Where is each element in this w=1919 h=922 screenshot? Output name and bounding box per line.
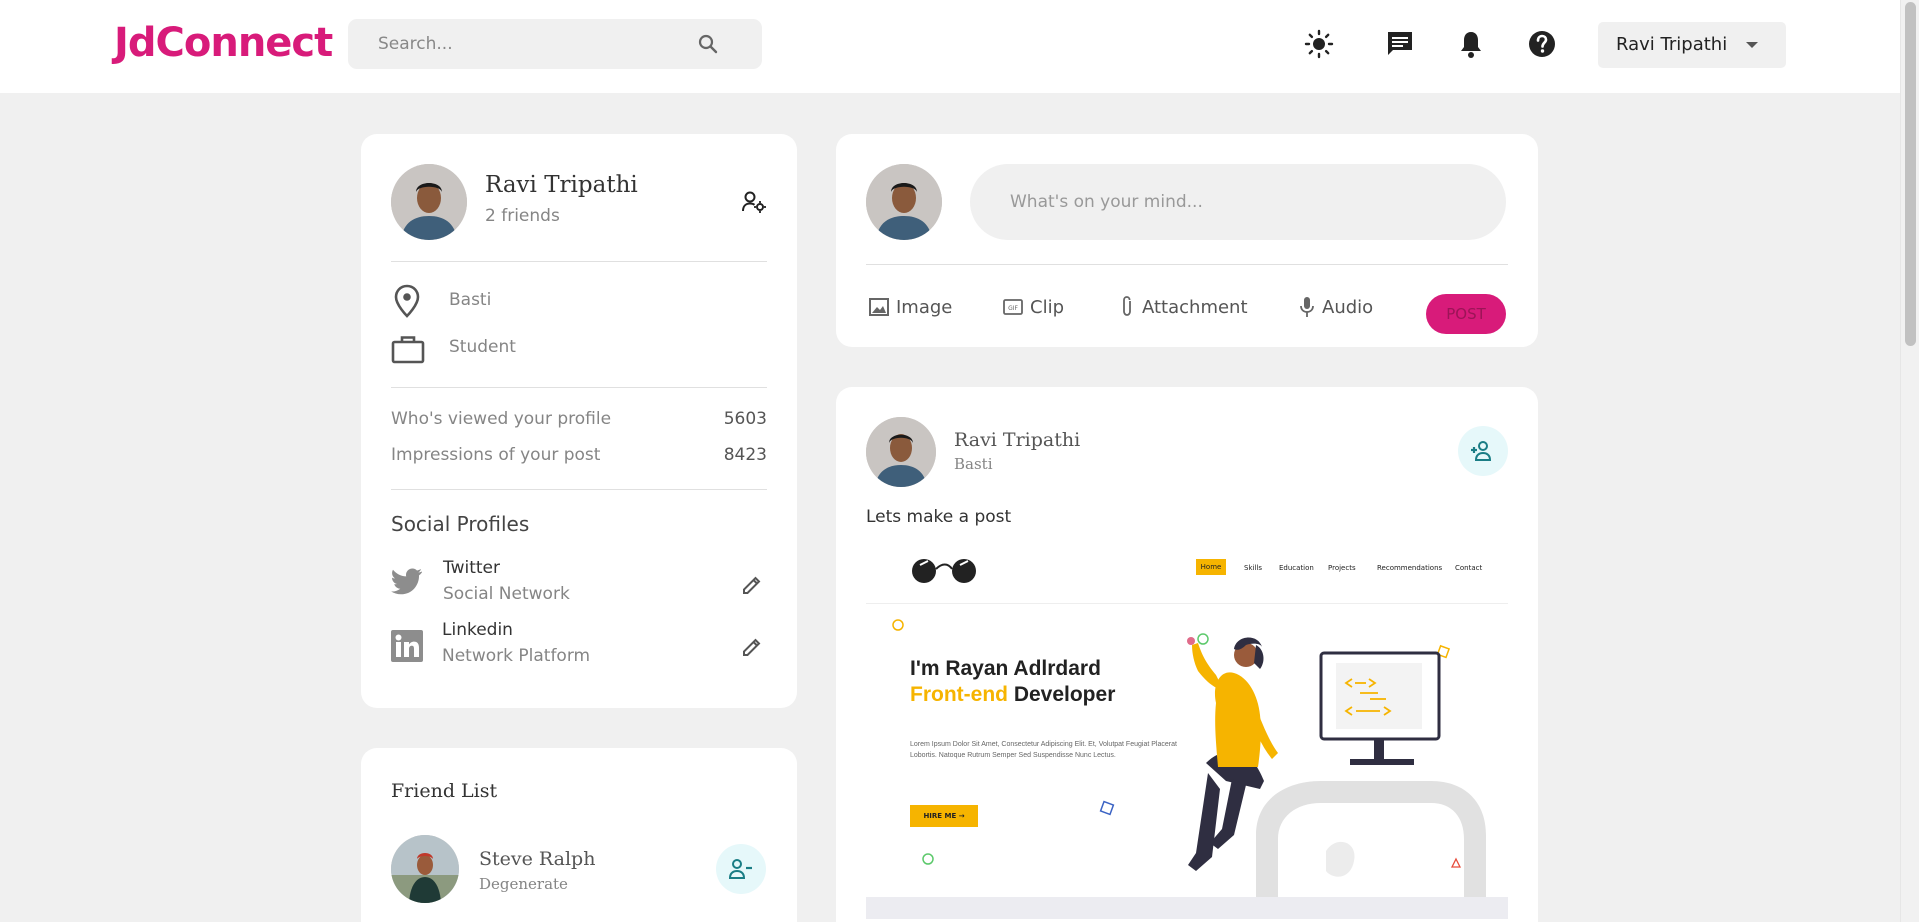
friend-name[interactable]: Steve Ralph [479, 848, 595, 870]
add-friend-button[interactable] [1458, 426, 1508, 476]
mock-nav-link: Education [1279, 564, 1314, 572]
divider [866, 264, 1508, 265]
top-navbar: JdConnect Ravi Tripathi [0, 0, 1900, 93]
post-input[interactable] [970, 164, 1506, 240]
divider [391, 489, 767, 490]
mock-nav-link: Projects [1328, 564, 1356, 572]
avatar[interactable] [866, 417, 936, 487]
person-remove-icon [729, 859, 752, 879]
audio-action-label: Audio [1322, 296, 1374, 318]
search-box[interactable] [348, 19, 762, 69]
friend-sub: Degenerate [479, 875, 568, 893]
user-menu-select[interactable]: Ravi Tripathi [1598, 22, 1786, 68]
friend-avatar[interactable] [391, 835, 459, 903]
edit-twitter-icon[interactable] [741, 574, 763, 596]
gif-icon: GIF [1003, 299, 1023, 315]
post-button[interactable]: POST [1426, 294, 1506, 334]
remove-friend-button[interactable] [716, 844, 766, 894]
avatar[interactable] [391, 164, 467, 240]
social-name-linkedin[interactable]: Linkedin [442, 620, 513, 640]
app-logo[interactable]: JdConnect [114, 20, 333, 66]
edit-linkedin-icon[interactable] [741, 636, 763, 658]
social-profiles-heading: Social Profiles [391, 512, 530, 536]
stat-value: 8423 [723, 445, 767, 465]
mock-nav-link: Skills [1244, 564, 1262, 572]
chevron-down-icon [1746, 42, 1758, 48]
divider [391, 261, 767, 262]
manage-account-icon[interactable] [741, 190, 767, 214]
person-add-icon [1471, 441, 1492, 461]
developer-illustration [892, 619, 1486, 903]
svg-text:GIF: GIF [1008, 305, 1018, 312]
mock-nav-link: Contact [1455, 564, 1483, 572]
post-composer-card: Image GIF Clip Attachment Audio POST [836, 134, 1538, 347]
briefcase-icon [391, 336, 425, 364]
scrollbar-thumb[interactable] [1905, 2, 1916, 346]
twitter-icon [391, 568, 422, 595]
social-sub: Network Platform [442, 646, 591, 666]
post-image[interactable]: Home Skills Education Projects Recommend… [866, 547, 1508, 919]
search-icon[interactable] [696, 32, 720, 56]
audio-action-button[interactable]: Audio [1298, 292, 1373, 322]
user-menu-label: Ravi Tripathi [1616, 34, 1728, 55]
mock-nav-home: Home [1196, 559, 1226, 575]
paperclip-icon [1123, 296, 1131, 316]
image-action-button[interactable]: Image [868, 292, 952, 322]
bell-icon[interactable] [1455, 28, 1487, 60]
friend-list-card: Friend List Steve Ralph Degenerate [361, 748, 797, 922]
friend-list-heading: Friend List [391, 780, 498, 802]
profile-name[interactable]: Ravi Tripathi [485, 172, 638, 198]
glasses-logo-icon [912, 559, 976, 583]
stat-label: Who's viewed your profile [391, 409, 612, 429]
image-icon [869, 298, 889, 316]
profile-card: Ravi Tripathi 2 friends Basti Student Wh… [361, 134, 797, 708]
sun-icon[interactable] [1303, 28, 1335, 60]
stat-label: Impressions of your post [391, 445, 601, 465]
stat-value: 5603 [723, 409, 767, 429]
mock-footer-strip [866, 897, 1508, 919]
help-icon[interactable] [1526, 28, 1558, 60]
message-icon[interactable] [1384, 28, 1416, 60]
avatar[interactable] [866, 164, 942, 240]
post-card: Ravi Tripathi Basti Lets make a post Hom… [836, 387, 1538, 922]
profile-location: Basti [449, 290, 492, 310]
clip-action-button[interactable]: GIF Clip [1002, 292, 1064, 322]
search-input[interactable] [348, 19, 688, 69]
post-author-location: Basti [954, 455, 993, 473]
clip-action-label: Clip [1030, 296, 1064, 318]
linkedin-icon [391, 630, 423, 662]
profile-friends-count: 2 friends [485, 206, 560, 226]
post-text: Lets make a post [866, 507, 1012, 527]
post-author-name[interactable]: Ravi Tripathi [954, 429, 1080, 451]
social-sub: Social Network [443, 584, 570, 604]
page-scrollbar[interactable] [1900, 0, 1919, 922]
microphone-icon [1300, 297, 1314, 317]
location-pin-icon [394, 284, 420, 318]
divider [391, 387, 767, 388]
attachment-action-button[interactable]: Attachment [1118, 292, 1248, 322]
mock-nav-link: Recommendations [1377, 564, 1443, 572]
image-action-label: Image [896, 296, 953, 318]
profile-occupation: Student [449, 337, 516, 357]
social-name-twitter[interactable]: Twitter [443, 558, 500, 578]
attachment-action-label: Attachment [1142, 296, 1248, 318]
